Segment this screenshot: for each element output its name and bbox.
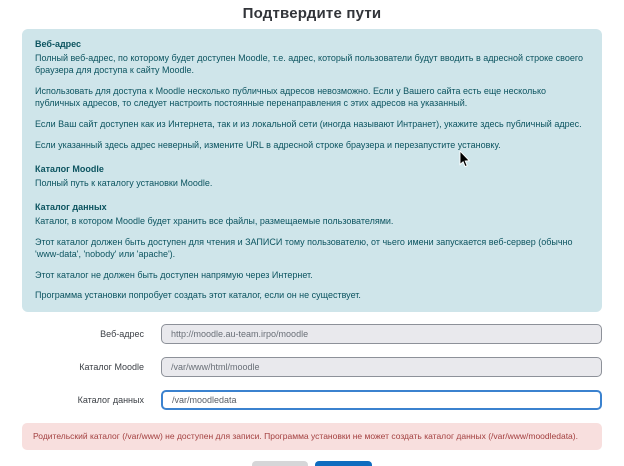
page-title: Подтвердите пути bbox=[0, 0, 624, 22]
info-paragraph: Программа установки попробует создать эт… bbox=[35, 289, 589, 302]
moodle-dir-label: Каталог Moodle bbox=[22, 362, 144, 372]
info-heading-moodle-dir: Каталог Moodle bbox=[35, 163, 589, 176]
web-address-label: Веб-адрес bbox=[22, 329, 144, 339]
install-confirm-paths-page: Подтвердите пути Веб-адрес Полный веб-ад… bbox=[0, 0, 624, 466]
data-dir-label: Каталог данных bbox=[22, 395, 144, 405]
info-paragraph: Полный путь к каталогу установки Moodle. bbox=[35, 177, 589, 190]
paths-info-box: Веб-адрес Полный веб-адрес, по которому … bbox=[22, 29, 602, 312]
next-button[interactable]: Далее » bbox=[315, 461, 372, 466]
form-row-moodle-dir: Каталог Moodle bbox=[22, 357, 602, 377]
info-paragraph: Использовать для доступа к Moodle нескол… bbox=[35, 85, 589, 110]
back-button[interactable]: « Назад bbox=[252, 461, 308, 466]
wizard-buttons: « Назад Далее » bbox=[0, 461, 624, 466]
web-address-input bbox=[161, 324, 602, 344]
info-paragraph: Этот каталог не должен быть доступен нап… bbox=[35, 269, 589, 282]
info-paragraph: Полный веб-адрес, по которому будет дост… bbox=[35, 52, 589, 77]
info-paragraph: Если Ваш сайт доступен как из Интернета,… bbox=[35, 118, 589, 131]
info-heading-web-address: Веб-адрес bbox=[35, 38, 589, 51]
paths-form: Веб-адрес Каталог Moodle Каталог данных bbox=[0, 324, 624, 410]
form-row-web-address: Веб-адрес bbox=[22, 324, 602, 344]
data-dir-input[interactable] bbox=[161, 390, 602, 410]
moodle-dir-input bbox=[161, 357, 602, 377]
error-message: Родительский каталог (/var/www) не досту… bbox=[33, 431, 578, 441]
error-alert: Родительский каталог (/var/www) не досту… bbox=[22, 423, 602, 450]
info-paragraph: Этот каталог должен быть доступен для чт… bbox=[35, 236, 589, 261]
info-paragraph: Если указанный здесь адрес неверный, изм… bbox=[35, 139, 589, 152]
info-heading-data-dir: Каталог данных bbox=[35, 201, 589, 214]
form-row-data-dir: Каталог данных bbox=[22, 390, 602, 410]
info-paragraph: Каталог, в котором Moodle будет хранить … bbox=[35, 215, 589, 228]
